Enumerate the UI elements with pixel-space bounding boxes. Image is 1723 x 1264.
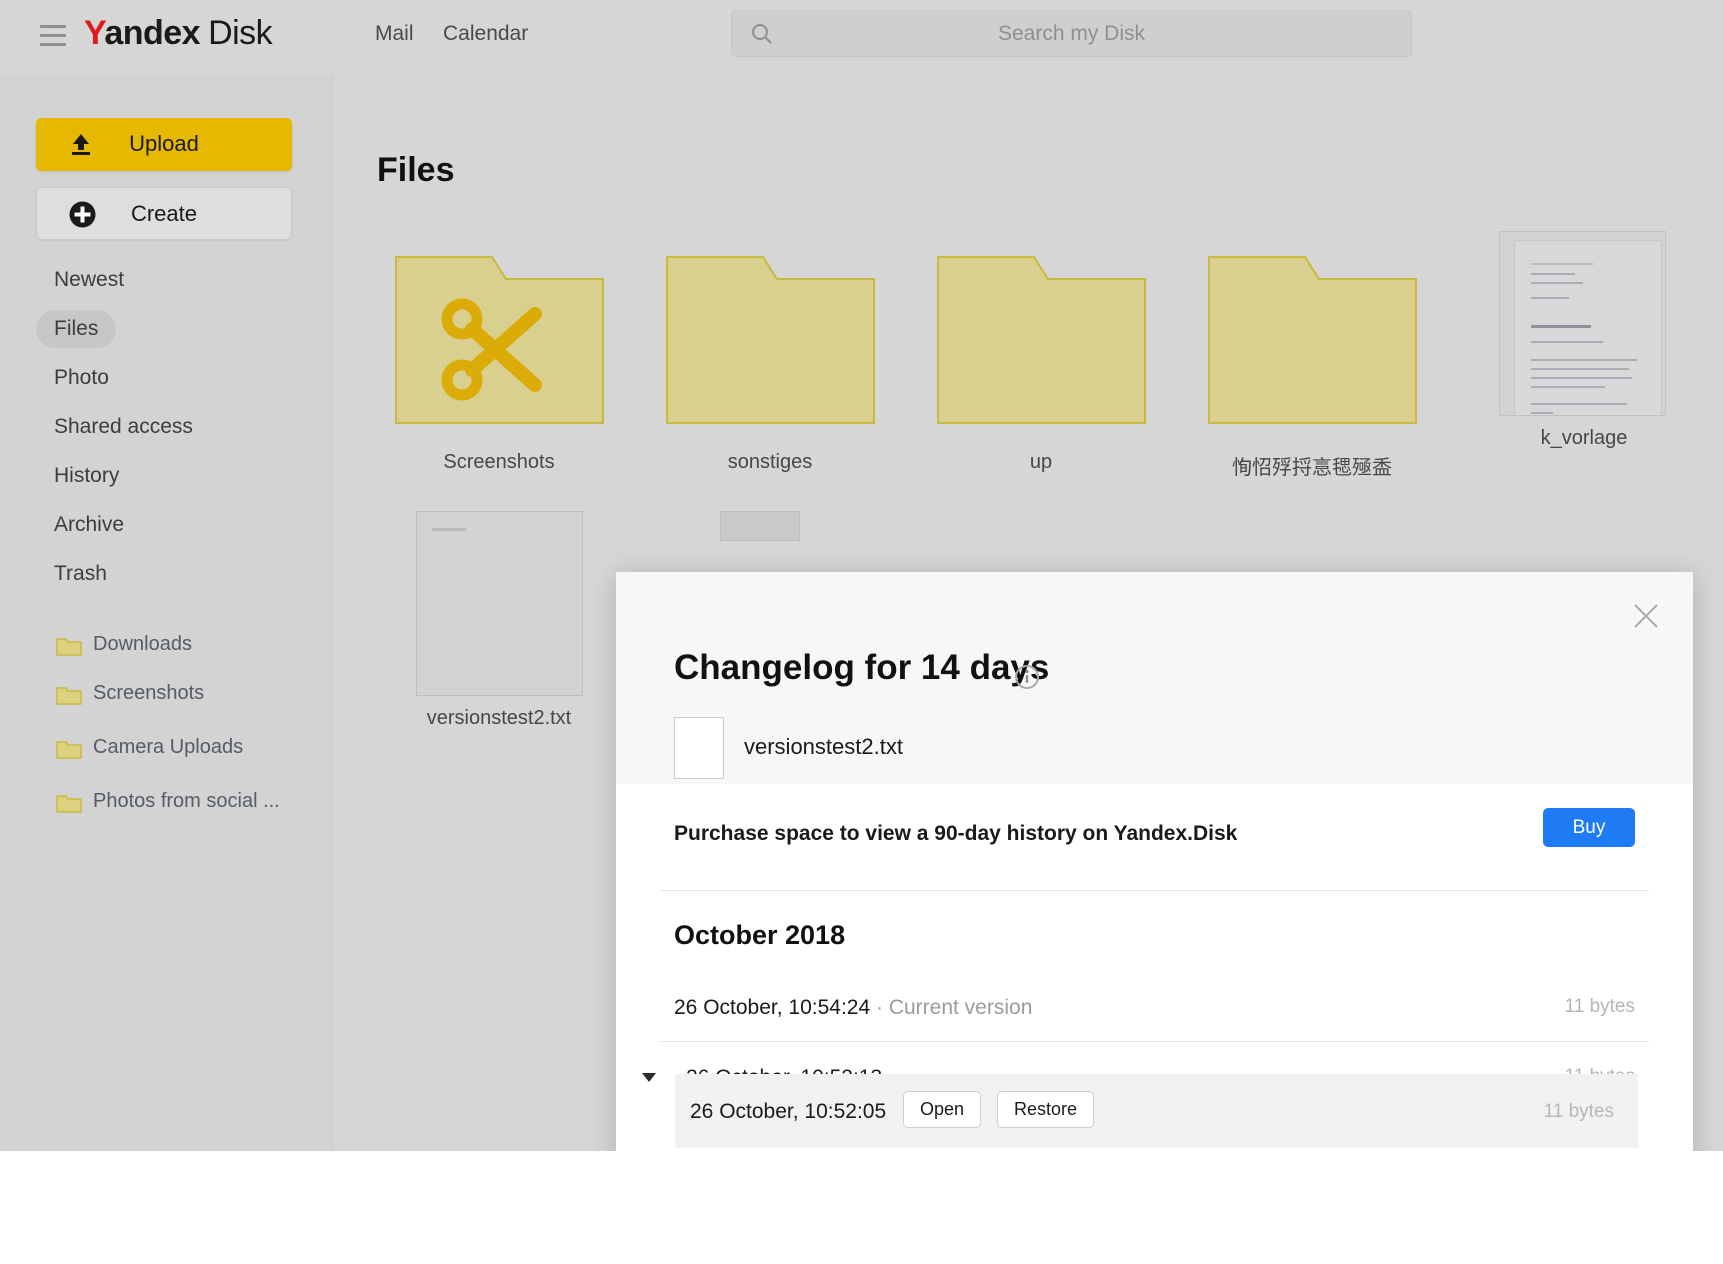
folder-icon xyxy=(56,636,82,656)
file-grid-item-label: 恂怊殍捋悥毸殛盉 xyxy=(1232,457,1392,479)
sidebar: Upload Create Newest Files Photo Shared … xyxy=(0,75,333,1151)
file-grid-item-label: versionstest2.txt xyxy=(426,707,572,729)
sidebar-folder-label: Downloads xyxy=(93,633,192,655)
logo-word-yandex: andex xyxy=(104,14,201,52)
upload-button-label: Upload xyxy=(129,131,199,156)
sidebar-folder-label: Camera Uploads xyxy=(93,736,244,758)
upload-button[interactable]: Upload xyxy=(36,118,292,171)
file-grid-item[interactable]: up xyxy=(936,255,1147,473)
version-timestamp: 26 October, 10:54:24 · Current version xyxy=(674,996,1032,1020)
hamburger-line xyxy=(40,43,66,46)
version-row[interactable]: 26 October, 10:54:24 · Current version 1… xyxy=(616,972,1693,1042)
search-bar[interactable] xyxy=(731,10,1412,57)
month-heading: October 2018 xyxy=(674,920,846,950)
folder-icon xyxy=(56,739,82,759)
folder-icon xyxy=(56,685,82,705)
sidebar-item-newest[interactable]: Newest xyxy=(36,261,142,299)
chevron-down-icon[interactable] xyxy=(642,1073,656,1082)
sidebar-item-shared-access[interactable]: Shared access xyxy=(36,408,211,446)
file-grid-item[interactable]: versionstest2.txt xyxy=(416,511,583,729)
document-page xyxy=(1514,240,1662,415)
divider xyxy=(660,890,1649,891)
logo-letter-y: Y xyxy=(84,14,105,52)
page-title: Files xyxy=(377,151,455,189)
version-timestamp-text: 26 October, 10:54:24 xyxy=(674,996,871,1019)
modal-title: Changelog for 14 days xyxy=(674,648,1050,687)
version-separator: · xyxy=(870,996,889,1019)
sidebar-folder-label: Screenshots xyxy=(93,682,205,704)
promo-banner: Purchase space to view a 90-day history … xyxy=(616,784,1693,890)
close-icon[interactable] xyxy=(1629,599,1663,633)
document-stack-preview xyxy=(720,511,800,541)
create-button[interactable]: Create xyxy=(36,187,292,240)
top-bar: Yandex Disk Mail Calendar xyxy=(0,0,1723,75)
promo-text: Purchase space to view a 90-day history … xyxy=(674,822,1238,845)
info-icon[interactable] xyxy=(1014,664,1040,690)
modal-header: Changelog for 14 days versionstest2.txt xyxy=(616,572,1693,784)
yandex-disk-logo[interactable]: Yandex Disk xyxy=(84,14,273,53)
file-grid-item-label: k_vorlage xyxy=(1540,427,1628,449)
text-file-icon xyxy=(674,717,724,779)
open-button[interactable]: Open xyxy=(903,1091,982,1128)
child-version-timestamp: 26 October, 10:52:05 xyxy=(690,1100,887,1123)
sidebar-item-archive[interactable]: Archive xyxy=(36,506,142,544)
restore-button[interactable]: Restore xyxy=(997,1091,1095,1128)
top-link-mail[interactable]: Mail xyxy=(375,22,414,46)
scissors-icon xyxy=(440,297,550,402)
version-size: 11 bytes xyxy=(1564,996,1635,1017)
hamburger-line xyxy=(40,25,66,28)
file-grid-item-label: Screenshots xyxy=(443,451,555,473)
file-grid-item[interactable]: Screenshots xyxy=(394,255,605,473)
bottom-strip xyxy=(0,1151,1723,1264)
text-file-icon xyxy=(416,511,583,696)
file-grid-item-label: sonstiges xyxy=(727,451,813,473)
modal-file-name: versionstest2.txt xyxy=(744,734,903,759)
child-version-size: 11 bytes xyxy=(1543,1101,1614,1122)
file-grid-item[interactable]: 恂怊殍捋悥毸殛盉 xyxy=(1207,255,1418,479)
hamburger-line xyxy=(40,34,66,37)
top-link-calendar[interactable]: Calendar xyxy=(443,22,528,46)
sidebar-item-history[interactable]: History xyxy=(36,457,137,495)
file-preview-line xyxy=(432,528,466,531)
folder-icon xyxy=(1207,255,1418,425)
sidebar-item-files[interactable]: Files xyxy=(36,310,117,348)
child-version-row[interactable]: 26 October, 10:52:05 Open Restore 11 byt… xyxy=(675,1074,1638,1148)
buy-button[interactable]: Buy xyxy=(1543,808,1635,847)
file-grid-item-label: up xyxy=(1029,451,1053,473)
folder-icon xyxy=(394,255,605,425)
hamburger-icon[interactable] xyxy=(40,25,66,49)
sidebar-item-photo[interactable]: Photo xyxy=(36,359,127,397)
document-preview xyxy=(1499,231,1666,416)
logo-word-disk: Disk xyxy=(208,14,273,52)
folder-icon xyxy=(665,255,876,425)
folder-icon xyxy=(936,255,1147,425)
version-note: Current version xyxy=(888,996,1033,1019)
sidebar-item-trash[interactable]: Trash xyxy=(36,555,125,593)
sidebar-folder-label: Photos from social ... xyxy=(93,790,280,812)
search-input[interactable] xyxy=(732,11,1411,56)
create-button-label: Create xyxy=(130,201,198,226)
file-grid-item[interactable]: k_vorlage xyxy=(1499,231,1666,449)
file-grid-item[interactable]: sonstiges xyxy=(665,255,876,473)
folder-icon xyxy=(56,793,82,813)
